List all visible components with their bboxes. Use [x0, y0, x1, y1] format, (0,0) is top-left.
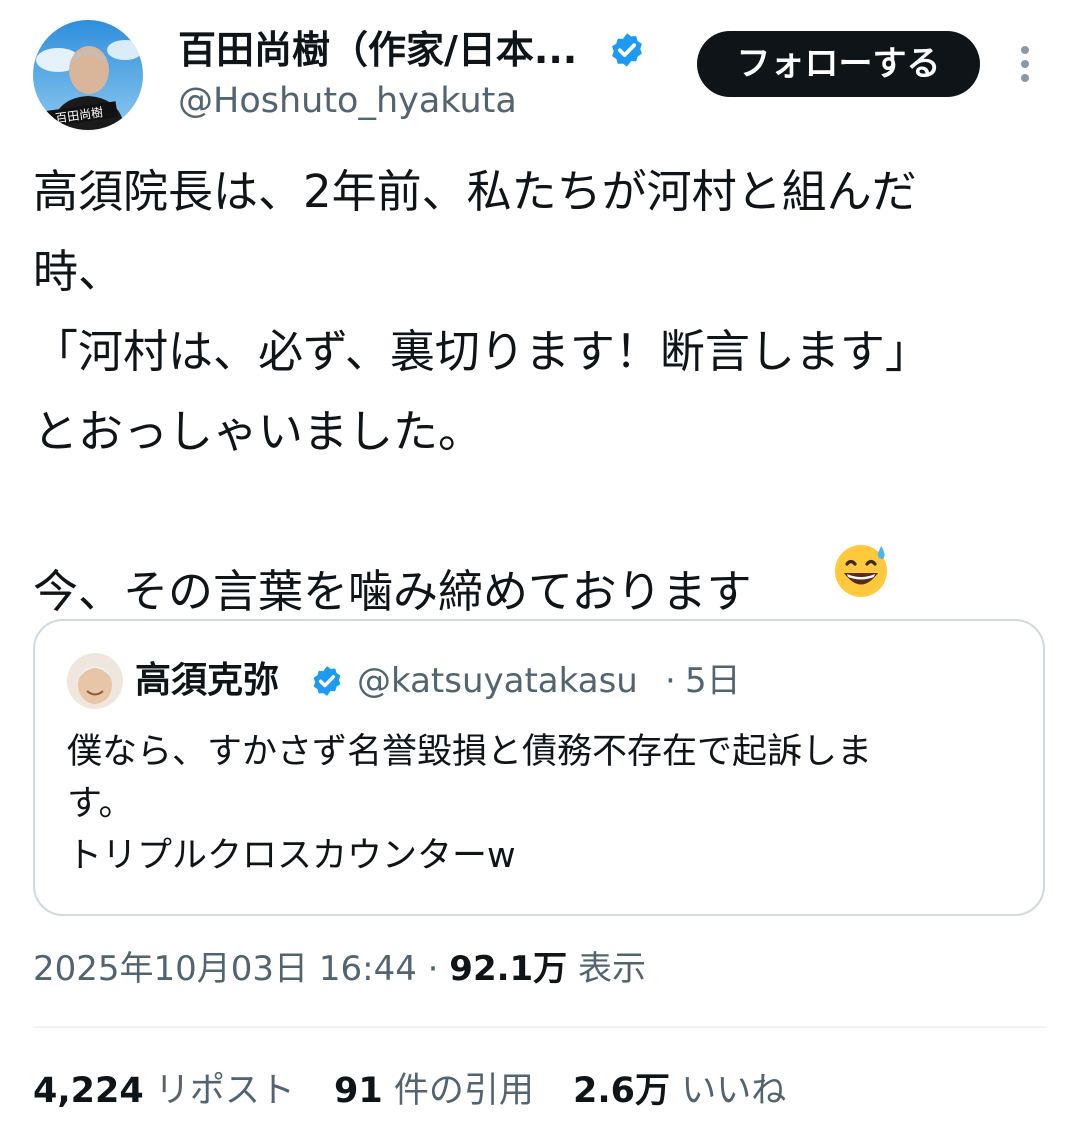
views-label[interactable]: 表示 — [578, 949, 646, 989]
divider — [33, 1026, 1047, 1028]
author-name[interactable]: 百田尚樹（作家/日本... — [178, 26, 577, 74]
reposts-label: リポスト — [154, 1071, 295, 1111]
more-options-icon[interactable] — [1008, 42, 1042, 86]
verified-badge-icon — [313, 666, 341, 696]
likes-count: 2.6万 — [573, 1071, 671, 1111]
tweet-timestamp[interactable]: 2025年10月03日 16:44 — [33, 949, 417, 989]
author-avatar[interactable]: 百田尚樹 — [33, 20, 143, 130]
tweet-stats: 4,224 リポスト 91 件の引用 2.6万 いいね — [33, 1066, 814, 1116]
tweet-meta: 2025年10月03日 16:44 · 92.1万 表示 — [33, 945, 646, 993]
quote-tweet-card[interactable]: 高須克弥 @katsuyatakasu · 5日 僕なら、すかさず名誉毀損と債務… — [33, 619, 1045, 916]
tweet-header: 百田尚樹 百田尚樹（作家/日本... @Hoshuto_hyakuta フォロー… — [0, 0, 1080, 140]
quote-time[interactable]: 5日 — [685, 657, 741, 705]
quotes-label: 件の引用 — [393, 1071, 534, 1111]
quote-author-avatar[interactable] — [67, 653, 123, 709]
quote-text: 僕なら、すかさず名誉毀損と債務不存在で起訴しま す。 トリプルクロスカウンターw — [67, 732, 873, 876]
author-handle[interactable]: @Hoshuto_hyakuta — [178, 78, 517, 124]
quotes-stat[interactable]: 91 件の引用 — [334, 1071, 534, 1111]
quote-separator: · — [665, 661, 676, 701]
grinning-face-with-sweat-icon — [835, 545, 887, 597]
reposts-count: 4,224 — [33, 1071, 144, 1111]
reposts-stat[interactable]: 4,224 リポスト — [33, 1071, 295, 1111]
meta-separator: · — [427, 949, 439, 989]
views-count: 92.1万 — [449, 949, 568, 989]
quotes-count: 91 — [334, 1071, 383, 1111]
likes-label: いいね — [681, 1071, 787, 1111]
verified-badge-icon — [612, 33, 642, 67]
follow-button[interactable]: フォローする — [697, 31, 980, 97]
quote-author-handle[interactable]: @katsuyatakasu — [357, 657, 638, 705]
quote-author-name[interactable]: 高須克弥 — [135, 657, 279, 705]
likes-stat[interactable]: 2.6万 いいね — [573, 1071, 786, 1111]
tweet-text: 高須院長は、2年前、私たちが河村と組んだ 時、 「河村は、必ず、裏切ります！断言… — [33, 165, 930, 618]
